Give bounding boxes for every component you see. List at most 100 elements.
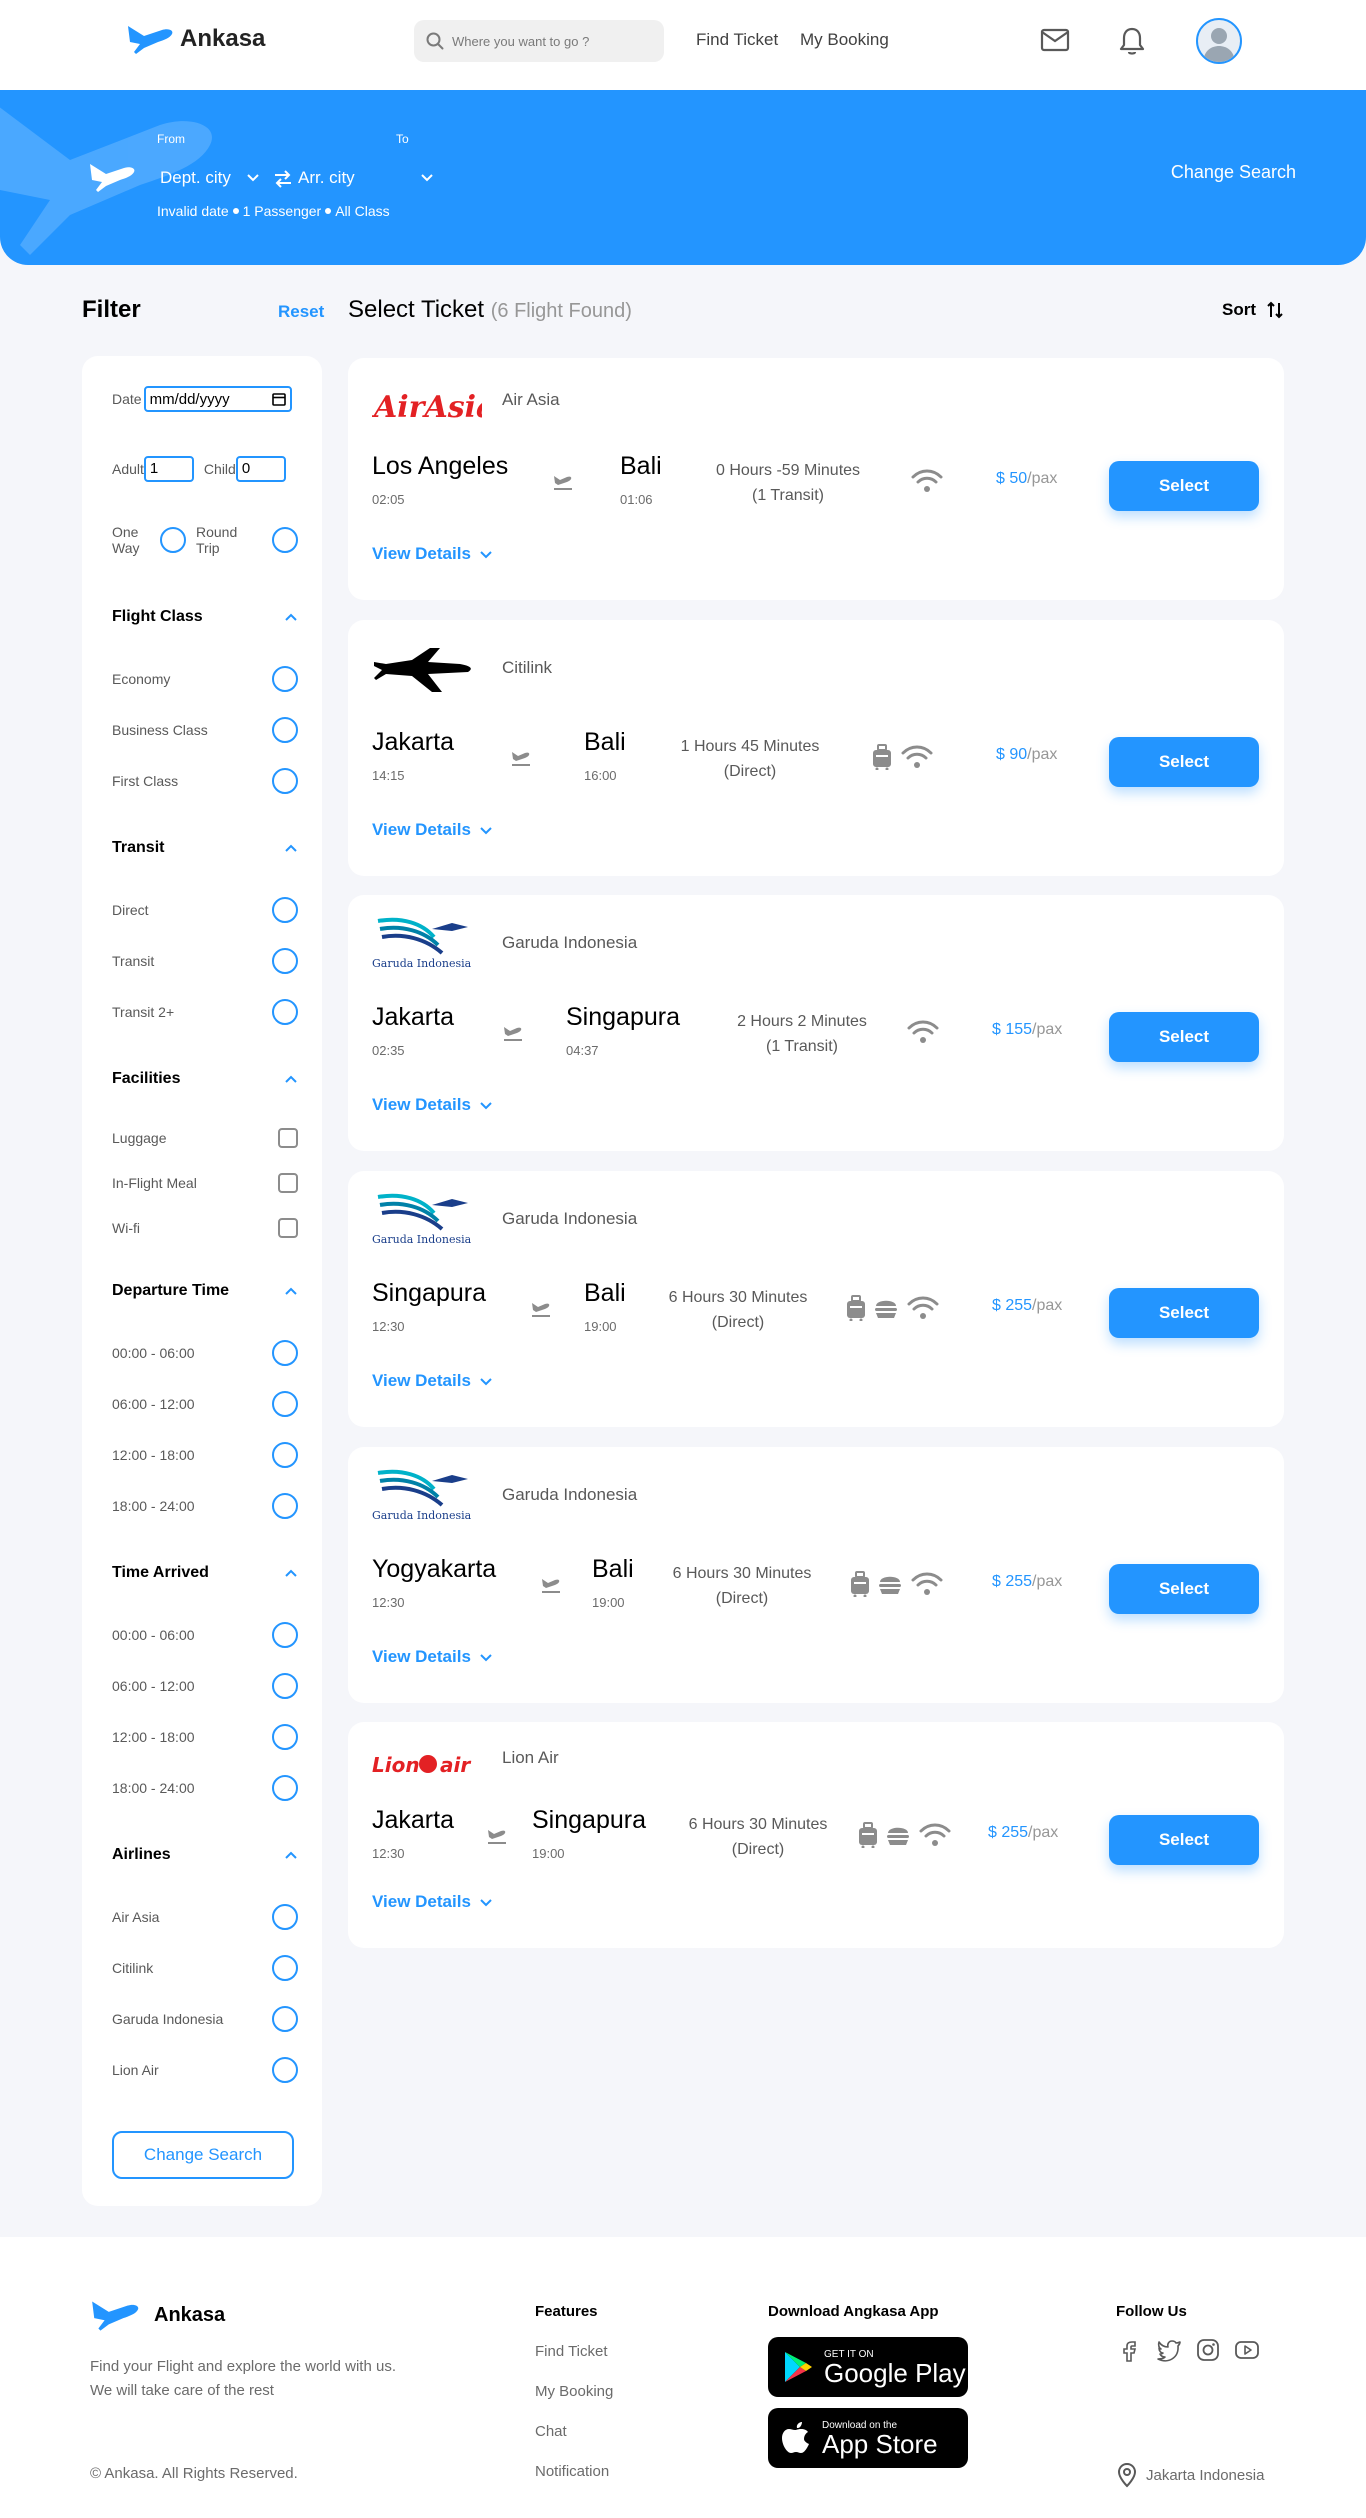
child-input[interactable]: 0 <box>235 456 286 482</box>
adult-input[interactable]: 1 <box>143 456 194 482</box>
footer-chat[interactable]: Chat <box>535 2423 567 2440</box>
chevron-down-icon <box>420 174 433 182</box>
departure-time: 02:35 <box>372 1043 405 1058</box>
business-radio[interactable] <box>272 717 298 743</box>
flight-duration: 1 Hours 45 Minutes (Direct) <box>660 734 840 784</box>
price-unit: /pax <box>1028 1824 1059 1841</box>
destination-city: Singapura <box>532 1806 646 1834</box>
view-details-link[interactable]: View Details <box>372 1647 493 1667</box>
transit-header[interactable]: Transit <box>112 839 298 857</box>
arr-1824-radio[interactable] <box>272 1775 298 1801</box>
select-button[interactable]: Select <box>1109 737 1259 787</box>
wifi-checkbox[interactable] <box>278 1218 298 1238</box>
dep-0612-radio[interactable] <box>272 1391 298 1417</box>
destination-city: Singapura <box>566 1003 680 1031</box>
option-meal: In-Flight Meal <box>112 1175 197 1191</box>
dep-1218-radio[interactable] <box>272 1442 298 1468</box>
garuda-radio[interactable] <box>272 2006 298 2032</box>
date-info: Invalid date <box>157 203 229 219</box>
arrival-time: 19:00 <box>584 1319 617 1334</box>
lion-air-radio[interactable] <box>272 2057 298 2083</box>
arr-0006-radio[interactable] <box>272 1622 298 1648</box>
adult-label: Adult <box>112 461 144 477</box>
view-details-link[interactable]: View Details <box>372 1371 493 1391</box>
economy-radio[interactable] <box>272 666 298 692</box>
select-ticket-title: Select Ticket <box>348 296 485 323</box>
chevron-down-icon <box>247 174 259 182</box>
transit-2plus-radio[interactable] <box>272 999 298 1025</box>
class-info: All Class <box>335 203 390 219</box>
location-text: Jakarta Indonesia <box>1146 2466 1265 2484</box>
app-store-button[interactable]: Download on the App Store <box>768 2408 968 2468</box>
one-way-radio[interactable] <box>160 527 186 553</box>
view-details-link[interactable]: View Details <box>372 544 493 564</box>
chevron-down-icon <box>480 1378 492 1386</box>
arr-0612-radio[interactable] <box>272 1673 298 1699</box>
select-button[interactable]: Select <box>1109 461 1259 511</box>
select-button[interactable]: Select <box>1109 1815 1259 1865</box>
luggage-icon <box>847 1295 865 1321</box>
dept-city-select[interactable]: Dept. city <box>160 168 261 188</box>
transit-radio[interactable] <box>272 948 298 974</box>
transit-text: (Direct) <box>723 763 777 780</box>
sort-button[interactable]: Sort <box>1222 300 1284 320</box>
facilities-header[interactable]: Facilities <box>112 1070 298 1088</box>
arrival-time: 16:00 <box>584 768 617 783</box>
mail-icon[interactable] <box>1040 28 1070 52</box>
flight-class-title: Flight Class <box>112 608 203 625</box>
twitter-icon[interactable] <box>1156 2338 1182 2362</box>
transit-text: (1 Transit) <box>765 1038 838 1055</box>
departure-time: 02:05 <box>372 492 405 507</box>
departure-time-header[interactable]: Departure Time <box>112 1282 298 1300</box>
origin-city: Jakarta <box>372 728 454 756</box>
flight-duration: 2 Hours 2 Minutes (1 Transit) <box>712 1009 892 1059</box>
dep-1824-radio[interactable] <box>272 1493 298 1519</box>
origin-city: Jakarta <box>372 1003 454 1031</box>
citilink-radio[interactable] <box>272 1955 298 1981</box>
direct-radio[interactable] <box>272 897 298 923</box>
change-search-link[interactable]: Change Search <box>1171 162 1296 183</box>
footer-brand[interactable]: Ankasa <box>88 2297 225 2333</box>
nav-my-booking[interactable]: My Booking <box>800 30 889 50</box>
time-arrived-header[interactable]: Time Arrived <box>112 1564 298 1582</box>
avatar[interactable] <box>1196 18 1242 64</box>
swap-icon[interactable] <box>272 168 294 190</box>
flight-class-header[interactable]: Flight Class <box>112 608 298 626</box>
select-button[interactable]: Select <box>1109 1564 1259 1614</box>
arr-city-select[interactable]: Arr. city <box>298 168 435 188</box>
flight-icon <box>510 746 532 768</box>
price-unit: /pax <box>1032 1021 1063 1038</box>
first-class-radio[interactable] <box>272 768 298 794</box>
view-details-link[interactable]: View Details <box>372 820 493 840</box>
footer-notification[interactable]: Notification <box>535 2463 609 2480</box>
footer-find-ticket[interactable]: Find Ticket <box>535 2343 608 2360</box>
luggage-checkbox[interactable] <box>278 1128 298 1148</box>
departure-time: 12:30 <box>372 1595 405 1610</box>
reset-button[interactable]: Reset <box>278 302 324 322</box>
date-input[interactable]: mm/dd/yyyy <box>143 386 292 412</box>
footer-my-booking[interactable]: My Booking <box>535 2383 613 2400</box>
search-icon <box>426 32 444 50</box>
facebook-icon[interactable] <box>1118 2338 1142 2362</box>
select-button[interactable]: Select <box>1109 1288 1259 1338</box>
google-play-button[interactable]: GET IT ON Google Play <box>768 2337 968 2397</box>
youtube-icon[interactable] <box>1234 2338 1260 2362</box>
bell-icon[interactable] <box>1118 26 1146 56</box>
instagram-icon[interactable] <box>1196 2338 1220 2362</box>
facilities-icons <box>846 1295 940 1321</box>
meal-checkbox[interactable] <box>278 1173 298 1193</box>
chevron-up-icon <box>285 1287 297 1295</box>
view-details-link[interactable]: View Details <box>372 1095 493 1115</box>
arr-1218-radio[interactable] <box>272 1724 298 1750</box>
filter-change-search-button[interactable]: Change Search <box>112 2131 294 2179</box>
select-button[interactable]: Select <box>1109 1012 1259 1062</box>
dep-0006-radio[interactable] <box>272 1340 298 1366</box>
nav-find-ticket[interactable]: Find Ticket <box>696 30 778 50</box>
air-asia-radio[interactable] <box>272 1904 298 1930</box>
search-input[interactable] <box>452 33 642 49</box>
airlines-header[interactable]: Airlines <box>112 1846 298 1864</box>
view-details-link[interactable]: View Details <box>372 1892 493 1912</box>
wifi-icon <box>911 469 943 492</box>
brand-logo[interactable]: Ankasa <box>124 22 265 56</box>
round-trip-radio[interactable] <box>272 527 298 553</box>
